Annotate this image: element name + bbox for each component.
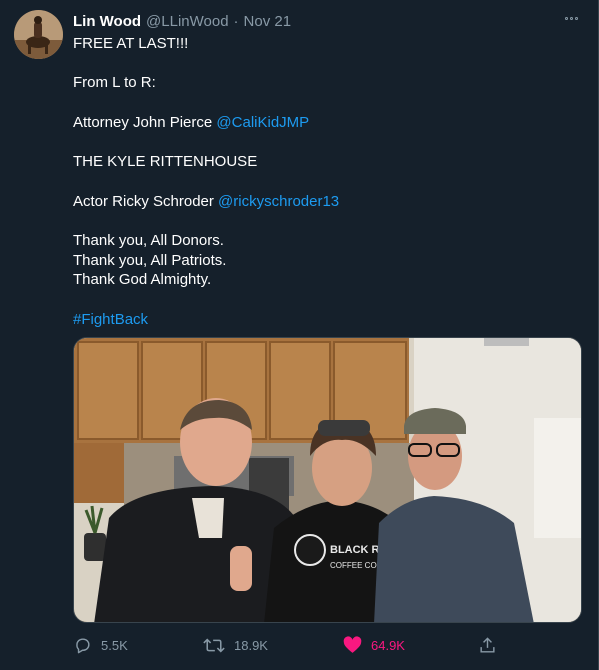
share-button[interactable] — [478, 634, 497, 656]
author-avatar[interactable] — [14, 10, 63, 59]
reply-icon — [76, 637, 90, 653]
tweet-actions: 5.5K 18.9K 64.9K — [73, 634, 503, 656]
like-button[interactable]: 64.9K — [343, 634, 405, 656]
heart-icon — [343, 636, 362, 653]
tweet-line: Thank you, All Patriots. — [73, 251, 227, 269]
tweet-text: FREE AT LAST!!! From L to R: Attorney Jo… — [73, 34, 578, 329]
tweet-line: Thank God Almighty. — [73, 271, 212, 289]
hashtag-link[interactable]: #FightBack — [73, 311, 148, 328]
avatar-image — [14, 10, 63, 59]
tweet-date[interactable]: Nov 21 — [244, 13, 292, 30]
author-name[interactable]: Lin Wood — [73, 13, 141, 30]
tweet-line: Thank you, All Donors. — [73, 231, 224, 249]
tweet-card[interactable]: Lin Wood @LLinWood · Nov 21 FREE AT LAST… — [0, 0, 599, 670]
header-separator: · — [233, 12, 239, 30]
tweet-line: FREE AT LAST!!! — [73, 35, 189, 52]
tweet-line: #FightBack — [73, 310, 578, 330]
tweet-line: From L to R: — [73, 74, 156, 92]
mention-link[interactable]: @rickyschroder13 — [218, 193, 339, 210]
photo-image: BLACK RIFLE COFFEE COMPANY — [74, 338, 581, 622]
tweet-line: THE KYLE RITTENHOUSE — [73, 153, 258, 171]
more-horizontal-icon[interactable] — [562, 12, 580, 24]
retweet-icon — [203, 637, 225, 653]
tweet-header: Lin Wood @LLinWood · Nov 21 — [73, 11, 291, 31]
tweet-line: Actor Ricky Schroder @rickyschroder13 — [73, 192, 340, 210]
tweet-line: Attorney John Pierce @CaliKidJMP — [73, 113, 310, 131]
like-count: 64.9K — [371, 637, 405, 653]
reply-count: 5.5K — [101, 637, 128, 653]
tweet-photo[interactable]: BLACK RIFLE COFFEE COMPANY — [73, 337, 582, 623]
author-handle[interactable]: @LLinWood — [146, 13, 229, 30]
reply-button[interactable]: 5.5K — [73, 634, 128, 656]
retweet-count: 18.9K — [234, 637, 268, 653]
retweet-button[interactable]: 18.9K — [203, 634, 268, 656]
mention-link[interactable]: @CaliKidJMP — [216, 114, 309, 131]
share-icon — [480, 636, 495, 653]
